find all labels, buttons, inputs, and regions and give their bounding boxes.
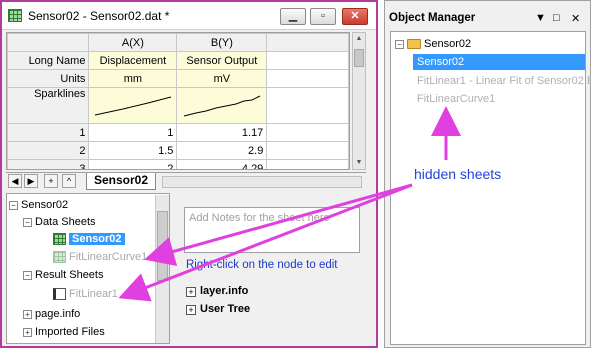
sparkline-b[interactable] (176, 87, 268, 124)
data-cell[interactable]: 4.29 (176, 159, 268, 169)
collapse-icon[interactable]: − (23, 217, 32, 227)
cell-long-name-a[interactable]: Displacement (88, 51, 178, 70)
organizer-toggle-button[interactable]: ^ (62, 174, 76, 188)
scroll-thumb[interactable] (354, 49, 364, 67)
cell-long-name-b[interactable]: Sensor Output (176, 51, 268, 70)
row-header[interactable]: 2 (7, 141, 90, 160)
collapse-icon[interactable]: − (395, 39, 404, 49)
expand-icon[interactable]: + (186, 287, 196, 297)
data-cell[interactable]: 2 (88, 159, 178, 169)
tree-node-root[interactable]: − Sensor02 (9, 197, 68, 213)
row-header[interactable]: 3 (7, 159, 90, 169)
close-button[interactable]: ✕ (342, 8, 368, 25)
data-cell[interactable]: 1.17 (176, 123, 268, 142)
sheet-tab-sensor02[interactable]: Sensor02 (86, 173, 156, 190)
expand-icon[interactable]: + (186, 305, 196, 315)
scroll-down-arrow-icon[interactable]: ▼ (353, 157, 365, 169)
notes-textarea[interactable]: Add Notes for the sheet here (184, 207, 360, 253)
sparkline-b-graph (183, 95, 261, 116)
grid-corner[interactable] (7, 33, 90, 52)
object-manager-title-bar: Object Manager ▼ □ ✕ (385, 9, 590, 29)
om-item-sensor02[interactable]: Sensor02 (413, 54, 585, 70)
edit-hint-text: Right-click on the node to edit (186, 259, 338, 271)
column-header-empty[interactable] (266, 33, 349, 52)
sparkline-a[interactable] (88, 87, 178, 124)
collapse-icon[interactable]: − (23, 270, 32, 280)
object-manager-tree: − Sensor02 Sensor02 FitLinear1 - Linear F… (390, 31, 591, 345)
expand-icon[interactable]: + (23, 309, 32, 319)
prev-sheet-button[interactable]: ◀ (8, 174, 22, 188)
tree-node-page-info[interactable]: + page.info (23, 306, 80, 322)
workbook-window: Sensor02 - Sensor02.dat * ▁ ▫ ✕ A(X) B(Y… (0, 0, 378, 348)
data-cell[interactable]: 1.5 (88, 141, 178, 160)
worksheet-grid[interactable]: A(X) B(Y) Long Name Displacement Sensor … (6, 32, 350, 170)
hidden-sheets-annotation: hidden sheets (414, 166, 502, 182)
dropdown-arrow-icon[interactable]: ▼ (535, 12, 546, 24)
om-tree-root[interactable]: − Sensor02 (395, 36, 471, 52)
grid-vertical-scrollbar[interactable]: ▲ ▼ (352, 32, 366, 170)
tree-node-sensor02[interactable]: Sensor02 (53, 231, 125, 247)
meta-label-long-name[interactable]: Long Name (7, 51, 90, 70)
row-header[interactable]: 1 (7, 123, 90, 142)
column-header-b[interactable]: B(Y) (176, 33, 268, 52)
cell-empty[interactable] (266, 51, 349, 70)
cell-units-b[interactable]: mV (176, 69, 268, 88)
workbook-icon (8, 9, 22, 22)
organizer-tree: − Sensor02 − Data Sheets Sensor02 FitLinea… (6, 193, 170, 344)
data-cell[interactable]: 1 (88, 123, 178, 142)
tree-node-result-sheets[interactable]: − Result Sheets (23, 267, 103, 283)
close-icon[interactable]: ✕ (571, 12, 580, 25)
restore-button[interactable]: ▫ (310, 8, 336, 25)
object-manager-title: Object Manager (389, 12, 476, 24)
sparkline-a-graph (94, 96, 172, 115)
next-sheet-button[interactable]: ▶ (24, 174, 38, 188)
tree-node-fitlinearcurve1[interactable]: FitLinearCurve1 (53, 249, 147, 265)
tree-node-user-tree[interactable]: + User Tree (186, 303, 250, 315)
om-item-fitlinear1[interactable]: FitLinear1 - Linear Fit of Sensor02 B (417, 75, 591, 87)
tree-node-data-sheets[interactable]: − Data Sheets (23, 214, 96, 230)
cell-empty[interactable] (266, 69, 349, 88)
expand-icon[interactable]: + (23, 327, 32, 337)
minimize-button[interactable]: ▁ (280, 8, 306, 25)
horizontal-scrollbar[interactable] (162, 176, 362, 188)
organizer-scrollbar[interactable] (155, 195, 169, 343)
collapse-icon[interactable]: − (9, 200, 18, 210)
notes-panel: Add Notes for the sheet here Right-click… (176, 193, 372, 344)
cell-empty[interactable] (266, 141, 349, 160)
add-sheet-button[interactable]: + (44, 174, 58, 188)
scroll-thumb[interactable] (157, 211, 168, 281)
workbook-title: Sensor02 - Sensor02.dat * (28, 9, 170, 23)
meta-label-sparklines[interactable]: Sparklines (7, 87, 90, 124)
cell-empty[interactable] (266, 87, 349, 124)
data-cell[interactable]: 2.9 (176, 141, 268, 160)
cell-empty[interactable] (266, 123, 349, 142)
workbook-title-bar[interactable]: Sensor02 - Sensor02.dat * ▁ ▫ ✕ (2, 2, 376, 30)
tree-node-fitlinear1[interactable]: FitLinear1 (53, 286, 118, 302)
sheet-tab-bar: ◀ ▶ + ^ Sensor02 (6, 172, 366, 190)
om-item-fitlinearcurve1[interactable]: FitLinearCurve1 (417, 93, 495, 105)
column-header-a[interactable]: A(X) (88, 33, 178, 52)
tree-node-layer-info[interactable]: + layer.info (186, 285, 248, 297)
tree-node-imported-files[interactable]: + Imported Files (23, 324, 105, 340)
worksheet-icon (53, 251, 66, 264)
folder-icon (407, 39, 421, 50)
cell-units-a[interactable]: mm (88, 69, 178, 88)
scroll-up-arrow-icon[interactable]: ▲ (353, 33, 365, 45)
restore-icon[interactable]: □ (553, 12, 560, 24)
report-sheet-icon (53, 288, 66, 301)
worksheet-icon (53, 233, 66, 246)
cell-empty[interactable] (266, 159, 349, 169)
meta-label-units[interactable]: Units (7, 69, 90, 88)
